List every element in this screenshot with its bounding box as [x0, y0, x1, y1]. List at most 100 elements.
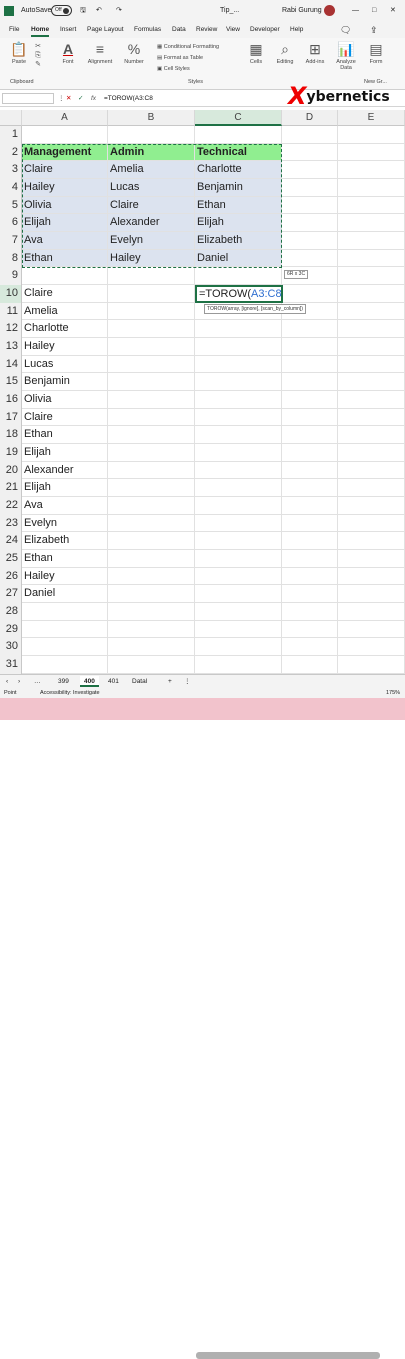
cell-b9[interactable] — [108, 267, 195, 286]
name-box[interactable] — [2, 93, 54, 104]
undo-icon[interactable]: ↶ — [96, 5, 102, 17]
cells-button[interactable]: ▦ Cells — [244, 41, 268, 65]
cell-b26[interactable] — [108, 567, 195, 586]
cell-e25[interactable] — [338, 550, 405, 568]
cell-a17[interactable]: Claire — [22, 408, 108, 427]
more-options-icon[interactable]: ⋮ — [58, 93, 65, 104]
cell-d26[interactable] — [282, 567, 338, 586]
cell-e3[interactable] — [338, 161, 405, 179]
active-cell-c10[interactable]: =TOROW(A3:C8 — [195, 285, 283, 303]
cell-e23[interactable] — [338, 514, 405, 533]
cell-a3[interactable]: Claire — [22, 161, 108, 179]
cell-b31[interactable] — [108, 656, 195, 674]
cell-c7[interactable]: Elizabeth — [195, 232, 282, 250]
cell-e14[interactable] — [338, 355, 405, 374]
cell-c31[interactable] — [195, 656, 282, 674]
cell-a7[interactable]: Ava — [22, 232, 108, 250]
row-header-27[interactable]: 27 — [0, 585, 22, 604]
cell-e22[interactable] — [338, 497, 405, 515]
worksheet-grid[interactable]: Management Admin Technical Claire Amelia Char… — [22, 126, 405, 674]
insert-function-button[interactable]: fx — [91, 93, 96, 104]
cell-b8[interactable]: Hailey — [108, 249, 195, 268]
cell-b5[interactable]: Claire — [108, 196, 195, 215]
cell-a28[interactable] — [22, 603, 108, 621]
cell-c1[interactable] — [195, 126, 282, 144]
row-header-4[interactable]: 4 — [0, 179, 22, 197]
cell-b14[interactable] — [108, 355, 195, 374]
cell-a8[interactable]: Ethan — [22, 249, 108, 268]
function-syntax-tooltip[interactable]: TOROW(array, [ignore], [scan_by_column]) — [204, 304, 306, 314]
cell-a27[interactable]: Daniel — [22, 585, 108, 604]
cell-a4[interactable]: Hailey — [22, 179, 108, 197]
font-button[interactable]: A Font — [56, 41, 80, 65]
cell-e5[interactable] — [338, 196, 405, 215]
cell-b4[interactable]: Lucas — [108, 179, 195, 197]
cell-b18[interactable] — [108, 426, 195, 445]
cell-a21[interactable]: Elijah — [22, 479, 108, 498]
row-header-20[interactable]: 20 — [0, 461, 22, 480]
form-button[interactable]: ▤ Form — [364, 41, 388, 65]
cell-a6[interactable]: Elijah — [22, 214, 108, 232]
row-header-2[interactable]: 2 — [0, 143, 22, 162]
cell-a26[interactable]: Hailey — [22, 567, 108, 586]
row-header-10[interactable]: 10 — [0, 285, 22, 303]
cell-d18[interactable] — [282, 426, 338, 445]
cell-styles-button[interactable]: ▣ Cell Styles — [157, 64, 237, 75]
cell-e7[interactable] — [338, 232, 405, 250]
row-header-21[interactable]: 21 — [0, 479, 22, 498]
sheet-tab-400[interactable]: 400 — [80, 676, 99, 687]
horizontal-scrollbar[interactable] — [196, 1352, 380, 1359]
add-sheet-icon[interactable]: + — [164, 676, 176, 687]
cell-c6[interactable]: Elijah — [195, 214, 282, 232]
sheet-tab-401[interactable]: 401 — [104, 676, 123, 687]
row-header-14[interactable]: 14 — [0, 355, 22, 374]
cell-b17[interactable] — [108, 408, 195, 427]
formula-input[interactable]: =TOROW(A3:C8 — [104, 93, 153, 104]
cell-a1[interactable] — [22, 126, 108, 144]
cell-b16[interactable] — [108, 391, 195, 409]
cell-b24[interactable] — [108, 532, 195, 551]
cell-a5[interactable]: Olivia — [22, 196, 108, 215]
cell-a14[interactable]: Lucas — [22, 355, 108, 374]
cell-d19[interactable] — [282, 444, 338, 462]
add-ins-button[interactable]: ⊞ Add-ins — [302, 41, 328, 65]
cell-e2[interactable] — [338, 143, 405, 162]
tab-view[interactable]: View — [226, 25, 240, 35]
row-header-13[interactable]: 13 — [0, 338, 22, 356]
cell-b27[interactable] — [108, 585, 195, 604]
cell-a23[interactable]: Evelyn — [22, 514, 108, 533]
cell-e4[interactable] — [338, 179, 405, 197]
cell-a19[interactable]: Elijah — [22, 444, 108, 462]
cell-d8[interactable] — [282, 249, 338, 268]
cell-c19[interactable] — [195, 444, 282, 462]
row-header-5[interactable]: 5 — [0, 196, 22, 215]
row-header-24[interactable]: 24 — [0, 532, 22, 551]
cell-c2[interactable]: Technical — [195, 143, 282, 162]
column-header-a[interactable]: A — [22, 110, 108, 126]
cell-d23[interactable] — [282, 514, 338, 533]
cell-e12[interactable] — [338, 320, 405, 339]
cell-e29[interactable] — [338, 620, 405, 639]
row-header-3[interactable]: 3 — [0, 161, 22, 179]
cell-d2[interactable] — [282, 143, 338, 162]
restore-icon[interactable]: □ — [372, 5, 376, 17]
cell-d24[interactable] — [282, 532, 338, 551]
row-header-25[interactable]: 25 — [0, 550, 22, 568]
row-header-28[interactable]: 28 — [0, 603, 22, 621]
zoom-level[interactable]: 175% — [386, 688, 400, 698]
row-header-17[interactable]: 17 — [0, 408, 22, 427]
cell-c24[interactable] — [195, 532, 282, 551]
tab-help[interactable]: Help — [290, 25, 303, 35]
cell-e24[interactable] — [338, 532, 405, 551]
tab-insert[interactable]: Insert — [60, 25, 76, 35]
cell-b21[interactable] — [108, 479, 195, 498]
cell-c17[interactable] — [195, 408, 282, 427]
row-header-30[interactable]: 30 — [0, 638, 22, 657]
row-header-16[interactable]: 16 — [0, 391, 22, 409]
cell-b22[interactable] — [108, 497, 195, 515]
cell-e11[interactable] — [338, 302, 405, 321]
tab-page-layout[interactable]: Page Layout — [87, 25, 124, 35]
save-icon[interactable]: 🖫 — [80, 5, 86, 17]
enter-icon[interactable]: ✓ — [78, 93, 83, 104]
cell-d12[interactable] — [282, 320, 338, 339]
